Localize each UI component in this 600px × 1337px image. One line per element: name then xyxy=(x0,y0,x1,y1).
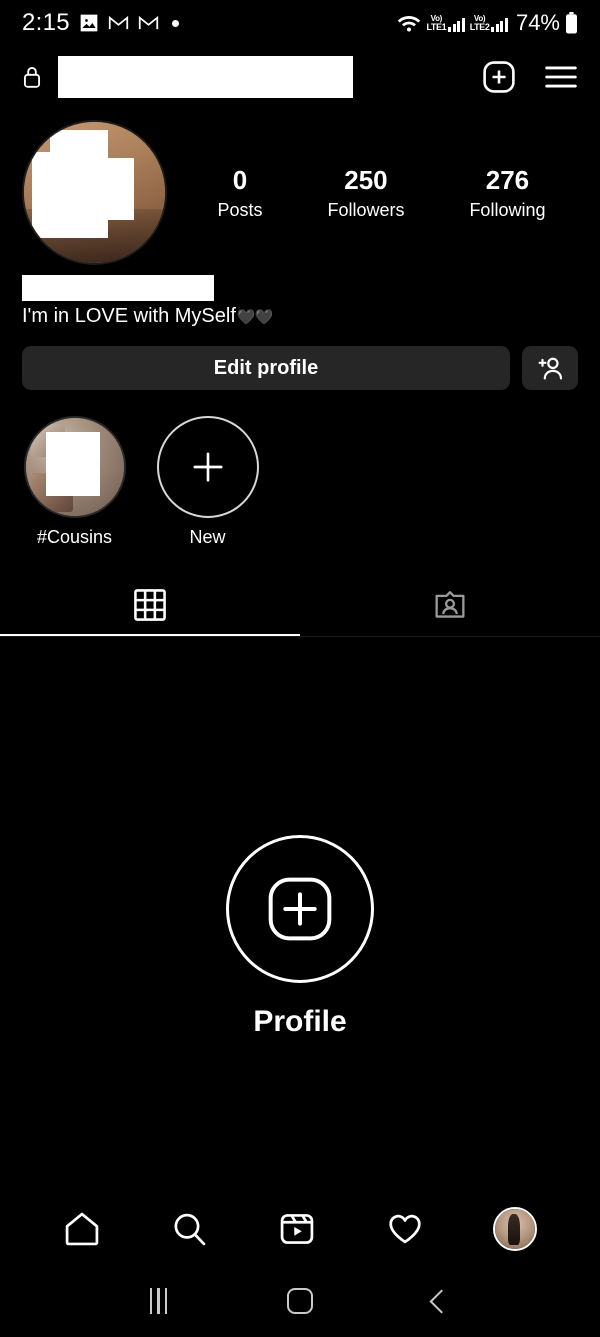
add-person-icon xyxy=(535,354,565,382)
battery-icon xyxy=(565,12,578,34)
profile-actions: Edit profile xyxy=(0,328,600,390)
bio-emoji: 🖤🖤 xyxy=(236,308,273,326)
bottom-navigation xyxy=(0,1193,600,1265)
stat-label: Following xyxy=(469,199,546,220)
gmail-icon xyxy=(108,15,129,31)
empty-state-title: Profile xyxy=(253,1004,347,1038)
tab-grid[interactable] xyxy=(0,574,300,636)
highlight-new[interactable]: New xyxy=(155,416,260,548)
status-bar-right: Vo) LTE1 Vo) LTE2 74% xyxy=(397,10,578,36)
avatar-image xyxy=(495,1209,536,1249)
stat-following[interactable]: 276 Following xyxy=(469,164,545,221)
stat-followers[interactable]: 250 Followers xyxy=(327,164,404,221)
highlight-cousins[interactable]: #Cousins xyxy=(22,416,127,548)
instagram-profile-screen: 2:15 Vo) LTE1 Vo) LTE2 74% 0 Posts 250 F… xyxy=(0,0,600,1337)
add-person-button[interactable] xyxy=(522,346,578,390)
wifi-icon xyxy=(397,13,421,33)
sim1-network-label: LTE1 xyxy=(426,21,447,32)
new-highlight-circle xyxy=(156,416,259,518)
grid-icon xyxy=(133,588,167,622)
stat-value: 0 xyxy=(232,165,248,196)
recents-button[interactable] xyxy=(149,1288,168,1314)
stat-posts[interactable]: 0 Posts xyxy=(217,164,262,221)
stat-label: Followers xyxy=(327,199,405,220)
app-bar xyxy=(0,46,600,108)
bio-text: I'm in LOVE with MySelf xyxy=(22,305,236,327)
edit-profile-button[interactable]: Edit profile xyxy=(22,346,510,390)
gmail-icon xyxy=(138,15,159,31)
profile-bio-section: I'm in LOVE with MySelf 🖤🖤 xyxy=(0,265,600,328)
status-bar-left: 2:15 xyxy=(22,9,179,37)
lock-icon xyxy=(22,65,42,89)
empty-state: Profile xyxy=(0,680,600,1193)
stat-label: Posts xyxy=(217,199,263,220)
stat-value: 276 xyxy=(485,165,530,196)
plus-icon xyxy=(186,445,230,489)
dot-indicator-icon xyxy=(171,19,179,27)
sim1-indicator: Vo) LTE1 xyxy=(426,14,465,32)
plus-square-icon[interactable] xyxy=(482,60,516,94)
profile-avatar-nav[interactable] xyxy=(493,1207,538,1251)
profile-avatar[interactable] xyxy=(22,120,167,265)
search-icon[interactable] xyxy=(170,1210,208,1248)
tagged-person-icon xyxy=(433,588,467,622)
display-name-redacted xyxy=(22,275,214,301)
profile-header: 0 Posts 250 Followers 276 Following xyxy=(0,108,600,265)
system-navigation-bar xyxy=(0,1265,600,1337)
back-button[interactable] xyxy=(429,1288,454,1314)
sim2-indicator: Vo) LTE2 xyxy=(469,14,508,32)
avatar-redaction xyxy=(104,158,134,220)
status-time: 2:15 xyxy=(22,9,70,36)
create-post-icon[interactable] xyxy=(226,834,374,983)
hamburger-menu-icon[interactable] xyxy=(544,64,578,90)
home-button[interactable] xyxy=(287,1288,314,1314)
username-redacted[interactable] xyxy=(58,56,353,98)
sim2-signal-bars xyxy=(491,17,508,32)
status-bar: 2:15 Vo) LTE1 Vo) LTE2 74% xyxy=(0,0,600,46)
heart-icon[interactable] xyxy=(386,1210,424,1248)
profile-tabs xyxy=(0,574,600,636)
active-tab-underline xyxy=(0,634,300,636)
battery-percent: 74% xyxy=(515,10,560,35)
sim2-network-label: LTE2 xyxy=(469,21,490,32)
tab-tagged[interactable] xyxy=(300,574,600,636)
reels-icon[interactable] xyxy=(278,1210,316,1248)
highlight-label: #Cousins xyxy=(36,527,113,547)
highlight-redaction xyxy=(45,432,100,496)
sim1-signal-bars xyxy=(448,17,465,32)
highlight-label: New xyxy=(189,527,226,547)
gallery-icon xyxy=(79,13,99,33)
story-highlights: #Cousins New xyxy=(0,390,600,548)
tabs-divider xyxy=(0,636,600,637)
home-icon[interactable] xyxy=(63,1210,101,1248)
profile-stats: 0 Posts 250 Followers 276 Following xyxy=(167,164,578,221)
stat-value: 250 xyxy=(344,165,388,196)
bio-row: I'm in LOVE with MySelf 🖤🖤 xyxy=(22,305,578,328)
highlight-thumbnail xyxy=(23,416,126,518)
avatar-redaction xyxy=(32,152,94,238)
